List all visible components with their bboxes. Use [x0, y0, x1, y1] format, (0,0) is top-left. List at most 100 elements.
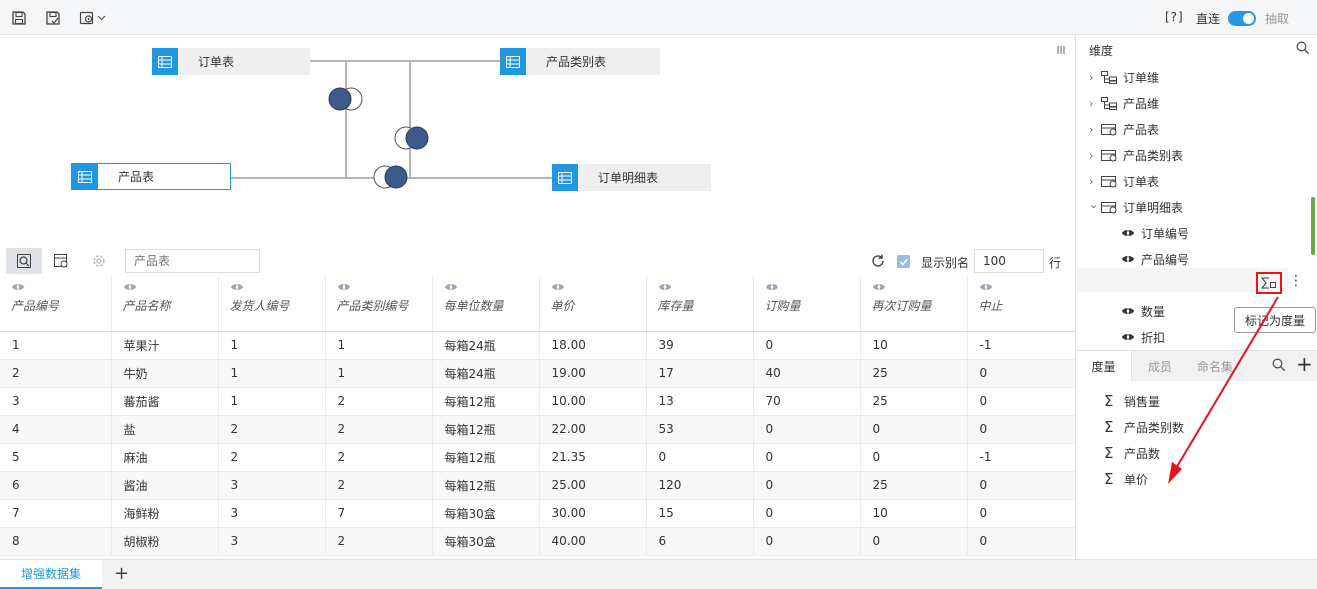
show-alias-checkbox[interactable]: [897, 255, 910, 268]
help-button[interactable]: [?]: [1165, 10, 1184, 24]
measure-item[interactable]: Σ 单价: [1104, 466, 1284, 492]
join-icon[interactable]: [393, 125, 431, 151]
table-cell: 7: [325, 499, 433, 528]
field-type-icon: [444, 281, 539, 293]
column-header[interactable]: 再次订购量: [860, 277, 968, 332]
dimension-group[interactable]: › 产品维: [1089, 90, 1299, 116]
table-cell: 1: [325, 331, 433, 360]
table-header-row: 产品编号 产品名称 发货人编号 产品类别编号 每单位数量 单价 库存量 订购量 再次订购量 中止: [0, 277, 1075, 332]
column-header[interactable]: 每单位数量: [432, 277, 540, 332]
column-header[interactable]: 库存量: [646, 277, 754, 332]
column-header[interactable]: 单价: [539, 277, 647, 332]
table-node-product-category[interactable]: 产品类别表: [500, 48, 660, 75]
search-icon[interactable]: [1296, 41, 1310, 55]
data-grid: 产品编号 产品名称 发货人编号 产品类别编号 每单位数量 单价 库存量 订购量 再次订购量 中止 …: [0, 277, 1075, 559]
table-search-input[interactable]: [125, 249, 260, 273]
table-cell: -1: [967, 443, 1075, 472]
show-alias-label: 显示别名: [921, 256, 970, 270]
table-icon: [1101, 175, 1123, 188]
table-cell: 1: [0, 331, 112, 360]
column-header[interactable]: 中止: [967, 277, 1075, 332]
refresh-icon[interactable]: [870, 253, 886, 269]
column-header[interactable]: 产品编号: [0, 277, 112, 332]
chevron-right-icon[interactable]: ›: [1089, 175, 1101, 188]
dimension-group[interactable]: › 订单维: [1089, 64, 1299, 90]
chevron-right-icon[interactable]: ›: [1089, 123, 1101, 136]
table-row[interactable]: 7 海鲜粉 3 7 每箱30盒 30.00 15 0 10 0: [0, 499, 1075, 528]
table-row[interactable]: 2 牛奶 1 1 每箱24瓶 19.00 17 40 25 0: [0, 359, 1075, 388]
data-table: 产品编号 产品名称 发货人编号 产品类别编号 每单位数量 单价 库存量 订购量 再次订购量 中止 …: [0, 277, 1075, 556]
table-cell: 0: [967, 471, 1075, 500]
table-node-orders[interactable]: 订单表: [152, 48, 310, 75]
table-cell: 8: [0, 527, 112, 556]
table-cell: 22.00: [539, 415, 647, 444]
field-label: 折扣: [1141, 330, 1166, 345]
more-options-icon[interactable]: ⋮: [1289, 273, 1303, 289]
table-row[interactable]: 3 蕃茄酱 1 2 每箱12瓶 10.00 13 70 25 0: [0, 387, 1075, 416]
panel-handle-icon[interactable]: [1057, 44, 1065, 54]
gear-icon[interactable]: [91, 253, 109, 271]
table-cell: 0: [646, 443, 754, 472]
field-item[interactable]: 订单编号: [1121, 220, 1301, 246]
dimension-group[interactable]: › 订单表: [1089, 168, 1299, 194]
table-cell: 每箱24瓶: [432, 359, 540, 388]
column-header-label: 产品名称: [122, 299, 171, 313]
data-preview-icon[interactable]: [6, 248, 42, 274]
dimension-group[interactable]: ⌄ 订单明细表: [1089, 194, 1299, 220]
add-measure-icon[interactable]: +: [1296, 352, 1313, 376]
measure-item[interactable]: Σ 产品类别数: [1104, 414, 1284, 440]
search-icon[interactable]: [1272, 358, 1286, 372]
table-node-order-details[interactable]: 订单明细表: [552, 164, 711, 191]
table-row[interactable]: 5 麻油 2 2 每箱12瓶 21.35 0 0 0 -1: [0, 443, 1075, 472]
tab-enhanced-dataset[interactable]: 增强数据集: [0, 560, 102, 589]
settings-dropdown-icon[interactable]: [78, 9, 108, 27]
add-tab-button[interactable]: +: [114, 563, 129, 584]
table-node-label: 产品类别表: [546, 55, 607, 69]
column-header[interactable]: 订购量: [753, 277, 861, 332]
measure-item[interactable]: Σ 销售量: [1104, 388, 1284, 414]
save-icon[interactable]: [10, 9, 28, 27]
table-cell: 15: [646, 499, 754, 528]
table-icon: [1101, 123, 1123, 136]
column-header[interactable]: 产品类别编号: [325, 277, 433, 332]
dimension-group[interactable]: › 产品表: [1089, 116, 1299, 142]
table-row[interactable]: 4 盐 2 2 每箱12瓶 22.00 53 0 0 0: [0, 415, 1075, 444]
table-row[interactable]: 8 胡椒粉 3 2 每箱30盒 40.00 6 0 0 0: [0, 527, 1075, 556]
mark-as-measure-icon[interactable]: [1256, 272, 1282, 294]
table-cell: 40: [753, 359, 861, 388]
chevron-right-icon[interactable]: ›: [1089, 71, 1101, 84]
dimensions-title: 维度: [1089, 44, 1114, 58]
dimension-group[interactable]: › 产品类别表: [1089, 142, 1299, 168]
join-icon[interactable]: [327, 86, 365, 112]
table-node-products[interactable]: 产品表: [71, 163, 231, 190]
column-header[interactable]: 产品名称: [111, 277, 219, 332]
table-cell: 120: [646, 471, 754, 500]
table-cell: 2: [0, 359, 112, 388]
dimension-group-label: 产品类别表: [1123, 148, 1184, 163]
table-row[interactable]: 1 苹果汁 1 1 每箱24瓶 18.00 39 0 10 -1: [0, 331, 1075, 360]
hierarchy-icon: [1101, 70, 1123, 84]
table-row[interactable]: 6 酱油 3 2 每箱12瓶 25.00 120 0 25 0: [0, 471, 1075, 500]
table-cell: 0: [967, 415, 1075, 444]
save-as-icon[interactable]: [44, 9, 62, 27]
table-cell: 胡椒粉: [111, 527, 219, 556]
table-cell: 6: [0, 471, 112, 500]
dimension-tree: › 订单维 › 产品维 › 产品表 › 产品类别表 › 订单表 ⌄ 订单明细表: [1089, 64, 1299, 220]
measure-item[interactable]: Σ 产品数: [1104, 440, 1284, 466]
scrollbar-thumb[interactable]: [1311, 197, 1315, 255]
table-settings-icon[interactable]: [53, 253, 71, 271]
tab-named-sets[interactable]: 命名集: [1197, 358, 1233, 375]
field-type-icon: [1121, 253, 1141, 265]
join-icon[interactable]: [372, 164, 410, 190]
preview-toolbar: 显示别名 行: [0, 245, 1075, 277]
chevron-down-icon[interactable]: ⌄: [1089, 198, 1101, 211]
table-cell: 0: [967, 359, 1075, 388]
chevron-right-icon[interactable]: ›: [1089, 97, 1101, 110]
tab-measures[interactable]: 度量: [1076, 351, 1132, 381]
table-cell: 7: [0, 499, 112, 528]
tab-members[interactable]: 成员: [1148, 358, 1172, 375]
column-header[interactable]: 发货人编号: [218, 277, 326, 332]
row-limit-input[interactable]: [974, 249, 1044, 273]
extract-toggle[interactable]: [1228, 11, 1256, 26]
chevron-right-icon[interactable]: ›: [1089, 149, 1101, 162]
